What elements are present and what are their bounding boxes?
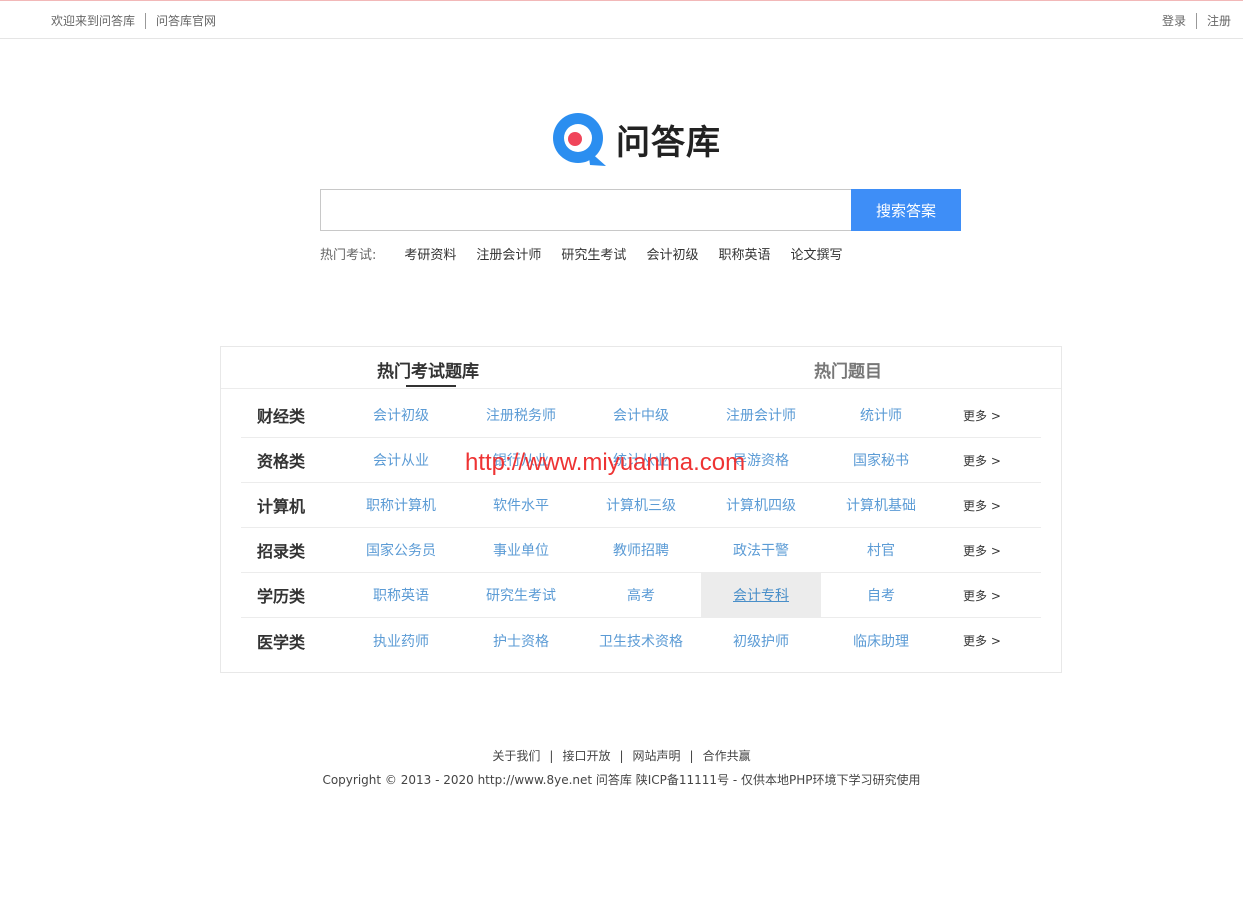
category-name: 医学类 [257, 632, 306, 652]
active-tab-underline [406, 385, 456, 387]
copyright-text: Copyright © 2013 - 2020 http://www.8ye.n… [322, 773, 921, 787]
exam-link[interactable]: 高考 [581, 573, 701, 618]
exam-link[interactable]: 国家公务员 [341, 528, 461, 573]
login-link[interactable]: 登录 [1162, 12, 1186, 29]
category-row: 学历类 职称英语 研究生考试 高考 会计专科 自考 更多 > [241, 572, 1041, 618]
exam-link[interactable]: 会计从业 [341, 438, 461, 483]
hot-exams: 热门考试: 考研资料 注册会计师 研究生考试 会计初级 职称英语 论文撰写 [320, 244, 862, 263]
hot-exam-link[interactable]: 职称英语 [718, 244, 770, 263]
category-row: 招录类 国家公务员 事业单位 教师招聘 政法干警 村官 更多 > [241, 528, 1041, 573]
footer-divider: | [619, 749, 624, 763]
tab-hot-exam-bank[interactable]: 热门考试题库 [377, 357, 479, 382]
hot-exam-link[interactable]: 会计初级 [646, 244, 698, 263]
exam-link[interactable]: 注册会计师 [701, 393, 821, 438]
exam-link[interactable]: 计算机基础 [821, 483, 941, 528]
exam-link-hovered[interactable]: 会计专科 [701, 572, 821, 618]
exam-link[interactable]: 村官 [821, 528, 941, 573]
tab-hot-questions[interactable]: 热门题目 [814, 357, 882, 382]
divider [145, 12, 147, 29]
category-name: 财经类 [257, 407, 306, 426]
footer-link-statement[interactable]: 网站声明 [633, 749, 681, 763]
category-name: 招录类 [257, 542, 306, 561]
exam-link[interactable]: 软件水平 [461, 483, 581, 528]
logo-text: 问答库 [616, 122, 721, 163]
exam-link[interactable]: 政法干警 [701, 528, 821, 573]
exam-link[interactable]: 初级护师 [701, 618, 821, 663]
category-row: 财经类 会计初级 注册税务师 会计中级 注册会计师 统计师 更多 > [241, 393, 1041, 438]
exam-link[interactable]: 护士资格 [461, 618, 581, 663]
footer-divider: | [689, 749, 694, 763]
exam-link[interactable]: 注册税务师 [461, 393, 581, 438]
more-link[interactable]: 更多 > [963, 407, 1001, 424]
exam-link[interactable]: 教师招聘 [581, 528, 701, 573]
hot-exam-link[interactable]: 考研资料 [404, 244, 456, 263]
exam-link[interactable]: 执业药师 [341, 618, 461, 663]
divider [1195, 12, 1197, 29]
category-list: 财经类 会计初级 注册税务师 会计中级 注册会计师 统计师 更多 > 资格类 会… [241, 393, 1041, 663]
exam-link[interactable]: 会计中级 [581, 393, 701, 438]
exam-link[interactable]: 卫生技术资格 [581, 618, 701, 663]
footer-link-about[interactable]: 关于我们 [492, 749, 540, 763]
search-input[interactable] [320, 189, 851, 231]
category-row: 医学类 执业药师 护士资格 卫生技术资格 初级护师 临床助理 更多 > [241, 618, 1041, 663]
panel-tabs: 热门考试题库 热门题目 [221, 347, 1061, 389]
more-link[interactable]: 更多 > [963, 452, 1001, 469]
site-logo[interactable]: 问答库 [550, 110, 740, 168]
top-bar-left: 欢迎来到问答库 问答库官网 [51, 12, 216, 29]
exam-link[interactable]: 职称英语 [341, 573, 461, 618]
welcome-link[interactable]: 欢迎来到问答库 [51, 12, 135, 29]
exam-link[interactable]: 临床助理 [821, 618, 941, 663]
hot-exam-link[interactable]: 论文撰写 [790, 244, 842, 263]
search-button[interactable]: 搜索答案 [851, 189, 961, 231]
search-bar: 搜索答案 [320, 189, 961, 231]
footer-divider: | [549, 749, 554, 763]
category-name: 资格类 [257, 452, 306, 471]
official-site-link[interactable]: 问答库官网 [156, 12, 216, 29]
hot-exams-label: 热门考试: [320, 248, 377, 263]
hot-exam-link[interactable]: 注册会计师 [476, 244, 541, 263]
q-logo-icon [553, 113, 606, 166]
exam-link[interactable]: 计算机四级 [701, 483, 821, 528]
exam-link[interactable]: 统计师 [821, 393, 941, 438]
exam-link[interactable]: 国家秘书 [821, 438, 941, 483]
exam-link[interactable]: 事业单位 [461, 528, 581, 573]
more-link[interactable]: 更多 > [963, 542, 1001, 559]
exam-link[interactable]: 计算机三级 [581, 483, 701, 528]
top-bar-right: 登录 注册 [1162, 12, 1231, 29]
exam-link[interactable]: 自考 [821, 573, 941, 618]
exam-link[interactable]: 研究生考试 [461, 573, 581, 618]
footer-link-cooperate[interactable]: 合作共赢 [703, 749, 751, 763]
category-name: 学历类 [257, 587, 306, 606]
exam-link[interactable]: 会计初级 [341, 393, 461, 438]
more-link[interactable]: 更多 > [963, 587, 1001, 604]
footer-links: 关于我们 | 接口开放 | 网站声明 | 合作共赢 [0, 747, 1243, 764]
more-link[interactable]: 更多 > [963, 497, 1001, 514]
hot-exam-link[interactable]: 研究生考试 [561, 244, 626, 263]
exam-link[interactable]: 职称计算机 [341, 483, 461, 528]
top-bar: 欢迎来到问答库 问答库官网 登录 注册 [0, 0, 1243, 39]
footer-link-api[interactable]: 接口开放 [562, 749, 610, 763]
more-link[interactable]: 更多 > [963, 632, 1001, 649]
watermark-text: http://www.miyuanma.com [465, 449, 746, 476]
category-name: 计算机 [257, 497, 306, 516]
register-link[interactable]: 注册 [1207, 12, 1231, 29]
category-row: 计算机 职称计算机 软件水平 计算机三级 计算机四级 计算机基础 更多 > [241, 483, 1041, 528]
exam-panel: 热门考试题库 热门题目 财经类 会计初级 注册税务师 会计中级 注册会计师 统计… [220, 346, 1062, 673]
